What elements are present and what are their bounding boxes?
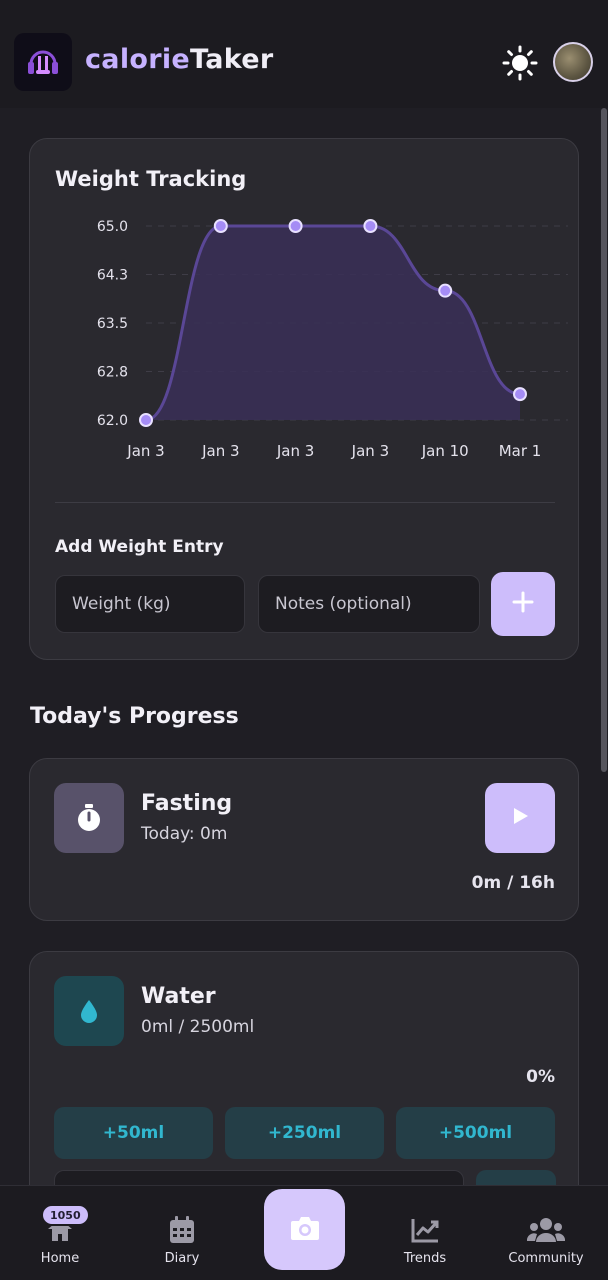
play-icon xyxy=(509,805,531,831)
divider xyxy=(55,502,555,503)
weight-tracking-title: Weight Tracking xyxy=(55,167,247,191)
weight-data-point[interactable] xyxy=(438,283,453,298)
stopwatch-icon xyxy=(54,783,124,853)
add-weight-entry-title: Add Weight Entry xyxy=(55,537,224,557)
x-tick-label: Jan 3 xyxy=(201,442,239,460)
water-card: Water 0ml / 2500ml 0% +50ml +250ml +500m… xyxy=(29,951,579,1220)
weight-data-point[interactable] xyxy=(513,387,527,402)
water-amount-text: 0ml / 2500ml xyxy=(141,1017,255,1037)
scrollbar[interactable] xyxy=(601,108,607,772)
x-tick-label: Jan 3 xyxy=(126,442,164,460)
water-title: Water xyxy=(141,984,216,1009)
y-tick-label: 64.3 xyxy=(97,268,128,284)
nav-community[interactable]: Community xyxy=(491,1186,601,1280)
app-title: calorieTaker xyxy=(85,44,274,75)
y-tick-label: 62.0 xyxy=(97,413,128,429)
camera-button[interactable] xyxy=(264,1189,345,1270)
x-tick-label: Jan 10 xyxy=(421,442,469,460)
weight-data-point[interactable] xyxy=(213,219,228,233)
add-50ml-button[interactable]: +50ml xyxy=(54,1107,213,1159)
weight-input[interactable]: Weight (kg) xyxy=(55,575,245,633)
x-tick-label: Jan 3 xyxy=(351,442,389,460)
trends-chart-icon xyxy=(410,1214,440,1246)
fasting-progress-text: 0m / 16h xyxy=(471,873,555,893)
top-app-bar: calorieTaker xyxy=(0,0,608,108)
bottom-navigation: Home 1050 Diary Trends Community xyxy=(0,1185,608,1280)
home-badge: 1050 xyxy=(41,1204,90,1226)
y-tick-label: 62.8 xyxy=(97,365,128,381)
sun-icon[interactable] xyxy=(500,43,540,83)
notes-input[interactable]: Notes (optional) xyxy=(258,575,480,633)
water-drop-icon xyxy=(54,976,124,1046)
y-tick-label: 63.5 xyxy=(97,316,128,332)
app-title-part2: Taker xyxy=(190,44,274,75)
nav-trends[interactable]: Trends xyxy=(370,1186,480,1280)
nav-home[interactable]: Home xyxy=(5,1186,115,1280)
weight-chart: 65.0 64.3 63.5 62.8 62.0 Jan 3 Jan 3 Jan 3 Jan 3… xyxy=(97,219,568,460)
x-tick-label: Jan 3 xyxy=(276,442,314,460)
x-tick-label: Mar 1 xyxy=(499,442,542,460)
nav-diary[interactable]: Diary xyxy=(127,1186,237,1280)
weight-data-point[interactable] xyxy=(288,219,303,233)
fasting-title: Fasting xyxy=(141,791,233,816)
camera-icon xyxy=(289,1214,321,1246)
add-500ml-button[interactable]: +500ml xyxy=(396,1107,555,1159)
start-fasting-button[interactable] xyxy=(485,783,555,853)
calendar-icon xyxy=(168,1214,196,1246)
nav-trends-label: Trends xyxy=(403,1251,447,1266)
fasting-card: Fasting Today: 0m 0m / 16h xyxy=(29,758,579,921)
app-title-part1: calorie xyxy=(85,44,191,75)
users-icon xyxy=(527,1214,565,1246)
todays-progress-heading: Today's Progress xyxy=(30,704,239,729)
add-weight-button[interactable] xyxy=(491,572,555,636)
add-250ml-button[interactable]: +250ml xyxy=(225,1107,384,1159)
avatar[interactable] xyxy=(553,42,593,82)
nav-home-label: Home xyxy=(40,1251,80,1266)
app-logo-icon[interactable] xyxy=(14,33,72,91)
nav-diary-label: Diary xyxy=(164,1251,200,1266)
fasting-today-text: Today: 0m xyxy=(141,824,228,844)
y-tick-label: 65.0 xyxy=(97,219,128,235)
water-percent: 0% xyxy=(526,1067,555,1087)
weight-data-point[interactable] xyxy=(139,413,153,427)
weight-data-point[interactable] xyxy=(363,219,378,233)
nav-community-label: Community xyxy=(508,1251,584,1266)
plus-icon xyxy=(511,590,535,618)
weight-area xyxy=(146,226,520,420)
